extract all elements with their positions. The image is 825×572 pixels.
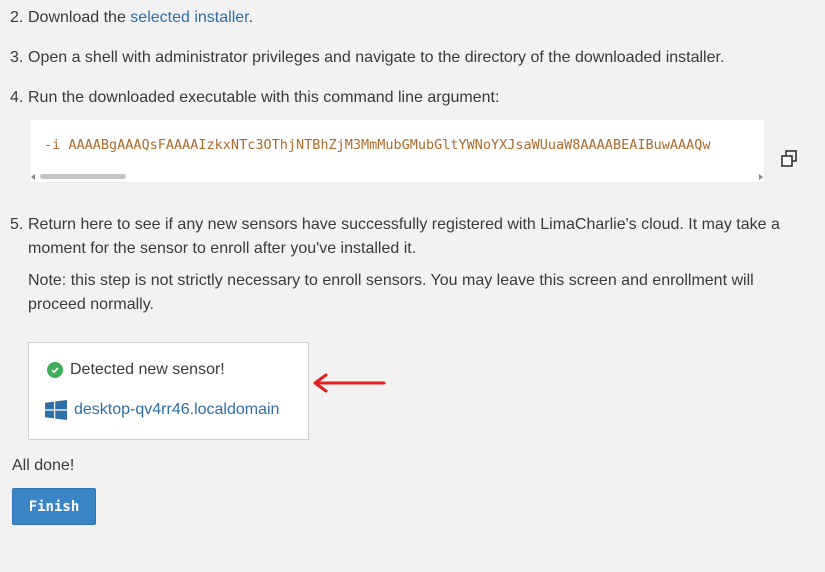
step-number: 5. xyxy=(10,216,24,233)
annotation-arrow-icon xyxy=(313,373,386,393)
finish-button[interactable]: Finish xyxy=(12,488,96,525)
command-code-block[interactable]: -i AAAABgAAAQsFAAAAIzkxNTc3OThjNTBhZjM3M… xyxy=(29,119,765,183)
sensor-hostname-link[interactable]: desktop-qv4rr46.localdomain xyxy=(74,401,279,419)
horizontal-scrollbar[interactable] xyxy=(30,170,764,182)
step-text: Return here to see if any new sensors ha… xyxy=(28,216,780,257)
step-text: Open a shell with administrator privileg… xyxy=(28,49,725,66)
copy-icon[interactable] xyxy=(779,148,801,170)
step-number: 2. xyxy=(10,9,24,26)
detected-sensor-card: Detected new sensor! desktop-qv4rr46.loc… xyxy=(28,342,309,440)
enrollment-note: Note: this step is not strictly necessar… xyxy=(28,272,754,313)
detected-status: Detected new sensor! xyxy=(47,361,225,379)
all-done-text: All done! xyxy=(12,457,75,474)
scroll-left-icon[interactable] xyxy=(31,174,35,180)
step-number: 4. xyxy=(10,89,24,106)
step-text-suffix: . xyxy=(248,9,254,26)
check-circle-icon xyxy=(47,362,63,378)
step-2: 2. Download the selected installer. xyxy=(10,6,810,30)
windows-icon xyxy=(45,400,67,420)
step-text: Run the downloaded executable with this … xyxy=(28,89,500,106)
step-4: 4. Run the downloaded executable with th… xyxy=(10,86,810,110)
step-3: 3. Open a shell with administrator privi… xyxy=(10,46,810,70)
scroll-right-icon[interactable] xyxy=(759,174,763,180)
detected-status-text: Detected new sensor! xyxy=(70,361,225,378)
step-5: 5. Return here to see if any new sensors… xyxy=(10,213,810,317)
scrollbar-thumb[interactable] xyxy=(40,174,126,179)
command-text[interactable]: -i AAAABgAAAQsFAAAAIzkxNTc3OThjNTBhZjM3M… xyxy=(44,137,710,153)
selected-installer-link[interactable]: selected installer xyxy=(130,9,248,26)
sensor-host: desktop-qv4rr46.localdomain xyxy=(45,400,279,420)
step-number: 3. xyxy=(10,49,24,66)
step-text: Download the xyxy=(28,9,131,26)
